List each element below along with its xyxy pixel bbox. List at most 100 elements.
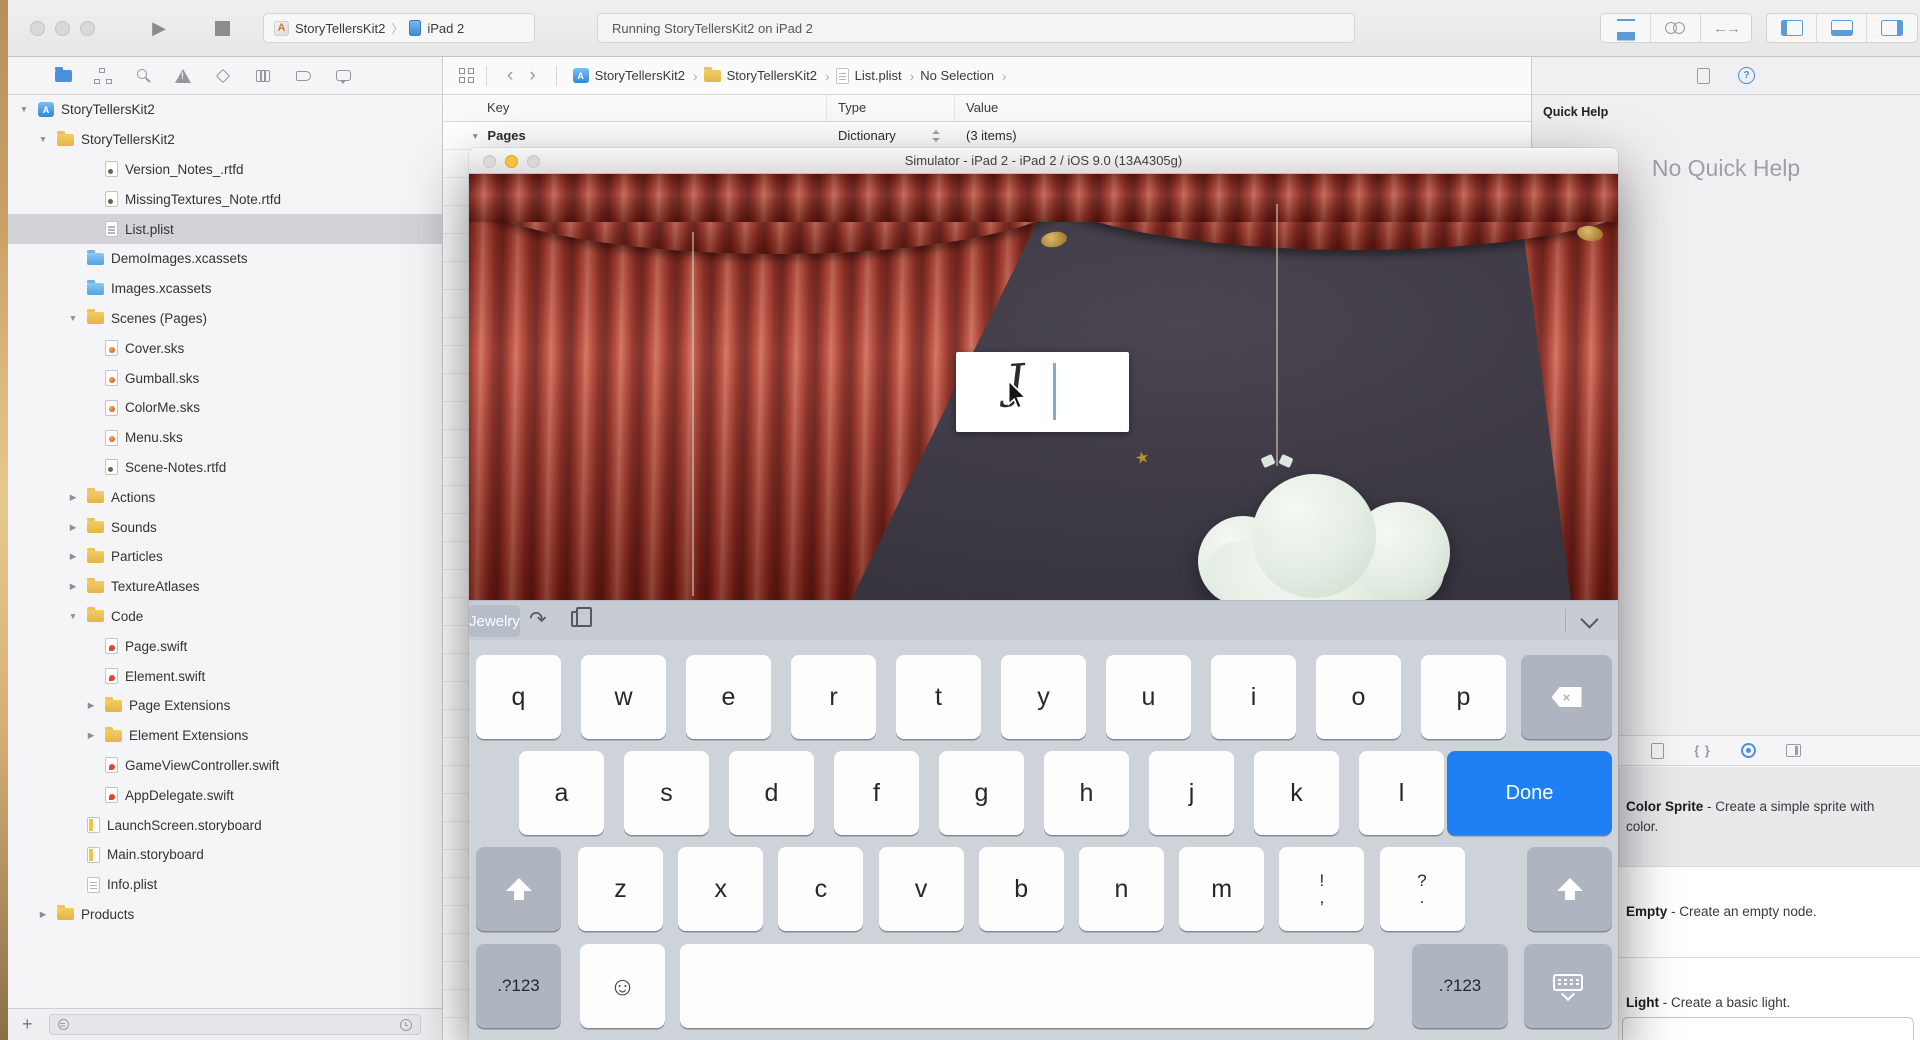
space-key[interactable] bbox=[680, 944, 1374, 1028]
close-button[interactable] bbox=[30, 21, 45, 36]
letter-key[interactable]: s bbox=[624, 751, 709, 835]
assistant-editor-button[interactable] bbox=[1651, 14, 1701, 42]
letter-key[interactable]: m bbox=[1179, 847, 1264, 931]
file-tree-item[interactable]: GameViewController.swift bbox=[8, 751, 442, 781]
code-snippet-library-tab[interactable]: { } bbox=[1694, 743, 1711, 758]
file-template-library-tab[interactable] bbox=[1651, 743, 1664, 759]
letter-key[interactable]: o bbox=[1316, 655, 1401, 739]
file-tree-item[interactable]: Main.storyboard bbox=[8, 840, 442, 870]
letter-key[interactable]: d bbox=[729, 751, 814, 835]
letter-key[interactable]: h bbox=[1044, 751, 1129, 835]
letter-key[interactable]: q bbox=[476, 655, 561, 739]
disclosure-triangle-icon[interactable] bbox=[66, 492, 80, 503]
punctuation-key[interactable]: ? . bbox=[1380, 847, 1465, 931]
zoom-button[interactable] bbox=[80, 21, 95, 36]
letter-key[interactable]: a bbox=[519, 751, 604, 835]
back-button[interactable]: ‹ bbox=[499, 66, 521, 85]
letter-key[interactable]: t bbox=[896, 655, 981, 739]
minimize-button[interactable] bbox=[55, 21, 70, 36]
stop-button[interactable] bbox=[196, 12, 248, 44]
file-tree-item[interactable]: Info.plist bbox=[8, 870, 442, 900]
disclosure-triangle-icon[interactable] bbox=[36, 909, 50, 920]
letter-key[interactable]: e bbox=[686, 655, 771, 739]
close-button[interactable] bbox=[483, 155, 496, 168]
column-divider[interactable] bbox=[826, 95, 827, 121]
letter-key[interactable]: x bbox=[678, 847, 763, 931]
search-navigator-tab[interactable] bbox=[134, 68, 152, 84]
plist-type[interactable]: Dictionary bbox=[838, 128, 896, 143]
zoom-button[interactable] bbox=[527, 155, 540, 168]
file-tree-item[interactable]: TextureAtlases bbox=[8, 572, 442, 602]
file-tree-item[interactable]: Cover.sks bbox=[8, 333, 442, 363]
letter-key[interactable]: g bbox=[939, 751, 1024, 835]
disclosure-triangle-icon[interactable] bbox=[84, 730, 98, 741]
letter-key[interactable]: w bbox=[581, 655, 666, 739]
disclosure-triangle-icon[interactable] bbox=[66, 551, 80, 562]
letter-key[interactable]: l bbox=[1359, 751, 1444, 835]
redo-icon[interactable]: ↷ bbox=[529, 607, 547, 632]
disclosure-triangle-icon[interactable]: ▼ bbox=[471, 131, 479, 141]
letter-key[interactable]: r bbox=[791, 655, 876, 739]
file-tree-item[interactable]: StoryTellersKit2 bbox=[8, 95, 442, 125]
disclosure-triangle-icon[interactable] bbox=[66, 522, 80, 533]
minimize-button[interactable] bbox=[505, 155, 518, 168]
symbol-navigator-tab[interactable] bbox=[94, 68, 112, 84]
version-editor-button[interactable]: ←→ bbox=[1701, 14, 1751, 42]
file-tree-item[interactable]: Element.swift bbox=[8, 661, 442, 691]
file-tree-item[interactable]: Code bbox=[8, 602, 442, 632]
forward-button[interactable]: › bbox=[521, 66, 543, 85]
scheme-selector[interactable]: A StoryTellersKit2 〉 iPad 2 bbox=[263, 13, 535, 43]
suggestion-button[interactable]: Jewelry bbox=[469, 605, 520, 637]
toggle-navigator-button[interactable] bbox=[1767, 14, 1817, 42]
filter-field[interactable] bbox=[49, 1014, 421, 1035]
disclosure-triangle-icon[interactable] bbox=[66, 611, 80, 622]
file-tree-item[interactable]: Menu.sks bbox=[8, 423, 442, 453]
letter-key[interactable]: i bbox=[1211, 655, 1296, 739]
plist-row-pages[interactable]: ▼ Pages Dictionary (3 items) bbox=[443, 122, 1531, 149]
name-text-field[interactable]: J bbox=[956, 352, 1129, 432]
letter-key[interactable]: y bbox=[1001, 655, 1086, 739]
breadcrumb-item[interactable]: No Selection bbox=[920, 68, 1006, 84]
file-tree-item[interactable]: Images.xcassets bbox=[8, 274, 442, 304]
backspace-key[interactable]: × bbox=[1521, 655, 1612, 739]
report-navigator-tab[interactable] bbox=[334, 68, 352, 84]
dismiss-keyboard-key[interactable] bbox=[1524, 944, 1612, 1028]
library-search-field[interactable] bbox=[1622, 1017, 1914, 1040]
file-tree-item[interactable]: Page.swift bbox=[8, 631, 442, 661]
file-tree-item[interactable]: Sounds bbox=[8, 512, 442, 542]
shift-key[interactable] bbox=[476, 847, 561, 931]
file-tree-item[interactable]: Scene-Notes.rtfd bbox=[8, 453, 442, 483]
object-library-tab[interactable] bbox=[1741, 743, 1756, 758]
file-tree-item[interactable]: Version_Notes_.rtfd bbox=[8, 155, 442, 185]
media-library-tab[interactable] bbox=[1786, 744, 1801, 757]
letter-key[interactable]: u bbox=[1106, 655, 1191, 739]
recent-files-icon[interactable] bbox=[400, 1019, 412, 1031]
file-tree-item[interactable]: Gumball.sks bbox=[8, 363, 442, 393]
letter-key[interactable]: p bbox=[1421, 655, 1506, 739]
disclosure-triangle-icon[interactable] bbox=[66, 313, 80, 324]
file-tree-item[interactable]: Scenes (Pages) bbox=[8, 304, 442, 334]
punctuation-key[interactable]: ! , bbox=[1279, 847, 1364, 931]
file-tree-item[interactable]: Element Extensions bbox=[8, 721, 442, 751]
emoji-key[interactable]: ☺ bbox=[580, 944, 665, 1028]
collapse-suggestions-icon[interactable] bbox=[1580, 610, 1598, 628]
related-items-icon[interactable] bbox=[459, 68, 474, 83]
toggle-inspector-button[interactable] bbox=[1867, 14, 1917, 42]
numbers-key[interactable]: .?123 bbox=[476, 944, 561, 1028]
file-tree-item[interactable]: LaunchScreen.storyboard bbox=[8, 810, 442, 840]
standard-editor-button[interactable] bbox=[1601, 14, 1651, 42]
file-tree-item[interactable]: ColorMe.sks bbox=[8, 393, 442, 423]
disclosure-triangle-icon[interactable] bbox=[17, 104, 31, 115]
add-button[interactable]: + bbox=[22, 1014, 33, 1035]
letter-key[interactable]: v bbox=[879, 847, 964, 931]
letter-key[interactable]: f bbox=[834, 751, 919, 835]
run-button[interactable]: ▶ bbox=[133, 12, 185, 44]
disclosure-triangle-icon[interactable] bbox=[84, 700, 98, 711]
letter-key[interactable]: n bbox=[1079, 847, 1164, 931]
quick-help-tab[interactable]: ? bbox=[1738, 67, 1755, 84]
letter-key[interactable]: j bbox=[1149, 751, 1234, 835]
breadcrumb-item[interactable]: StoryTellersKit2 bbox=[573, 68, 698, 84]
file-tree-item[interactable]: Particles bbox=[8, 542, 442, 572]
debug-navigator-tab[interactable] bbox=[254, 68, 272, 84]
project-navigator-tab[interactable] bbox=[54, 68, 72, 84]
